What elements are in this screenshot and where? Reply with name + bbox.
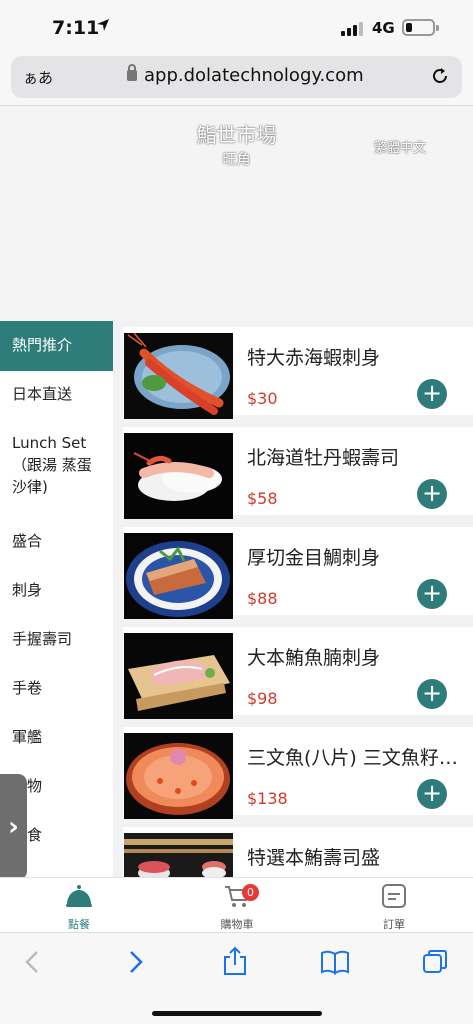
product-name: 大本鮪魚腩刺身 <box>247 647 381 669</box>
signal-icon <box>341 22 363 36</box>
product-image <box>124 733 233 819</box>
forward-icon[interactable] <box>126 949 146 975</box>
category-item[interactable]: 盛合 <box>0 518 113 567</box>
category-item[interactable]: 軍艦 <box>0 714 113 763</box>
tab-orders[interactable]: 訂單 <box>349 882 439 932</box>
language-switch[interactable]: 繁體中文 <box>374 137 426 156</box>
cloche-icon <box>66 885 92 907</box>
add-to-cart-button[interactable]: + <box>417 779 447 809</box>
tab-order-label: 點餐 <box>68 918 90 931</box>
status-bar: 7:11 4G <box>0 0 473 54</box>
home-indicator <box>152 1011 322 1016</box>
product-price: $88 <box>247 589 278 608</box>
product-name: 厚切金目鯛刺身 <box>247 547 381 569</box>
product-image <box>124 833 233 877</box>
page-header: 鮨世市場 旺角 繁體中文 <box>0 107 473 321</box>
url-text[interactable]: app.dolatechnology.com <box>144 65 364 86</box>
product-image <box>124 433 233 519</box>
share-icon[interactable] <box>222 946 248 976</box>
tab-cart-label: 購物車 <box>220 918 254 931</box>
text-size-button[interactable]: ぁあ <box>23 67 53 88</box>
product-price: $138 <box>247 789 288 808</box>
add-to-cart-button[interactable]: + <box>417 579 447 609</box>
product-name: 特大赤海蝦刺身 <box>247 347 381 369</box>
product-card[interactable]: 特選本鮪壽司盛 <box>123 827 473 877</box>
address-bar-area: ぁあ app.dolatechnology.com <box>0 54 473 106</box>
add-to-cart-button[interactable]: + <box>417 679 447 709</box>
reload-icon[interactable] <box>430 66 450 86</box>
category-item[interactable]: 手握壽司 <box>0 616 113 665</box>
plus-icon: + <box>421 379 443 407</box>
product-image <box>124 533 233 619</box>
plus-icon: + <box>421 779 443 807</box>
bookmarks-icon[interactable] <box>320 949 350 975</box>
plus-icon: + <box>421 679 443 707</box>
clock: 7:11 <box>52 17 100 39</box>
category-item[interactable]: 日本直送 <box>0 371 113 420</box>
screen: 7:11 4G ぁあ app.dolatechnology.com 鮨世市場 旺… <box>0 0 473 1024</box>
product-image <box>124 633 233 719</box>
tab-orders-label: 訂單 <box>383 918 405 931</box>
cart-badge: 0 <box>242 884 259 901</box>
product-price: $98 <box>247 689 278 708</box>
tabs-icon[interactable] <box>422 949 448 975</box>
tab-order[interactable]: 點餐 <box>34 882 124 932</box>
bottom-tab-bar: 點餐 0 購物車 訂單 <box>0 877 473 932</box>
add-to-cart-button[interactable]: + <box>417 379 447 409</box>
product-price: $58 <box>247 489 278 508</box>
plus-icon: + <box>421 579 443 607</box>
product-name: 三文魚(八片) 三文魚籽刺身 <box>247 747 462 769</box>
lock-icon <box>127 64 137 81</box>
network-type: 4G <box>372 19 395 37</box>
product-name: 北海道牡丹蝦壽司 <box>247 447 400 469</box>
product-card[interactable]: 特大赤海蝦刺身 $30 + <box>123 327 473 419</box>
category-item[interactable]: Lunch Set （跟湯 蒸蛋 沙律) <box>0 420 113 518</box>
category-item[interactable]: 手卷 <box>0 665 113 714</box>
product-card[interactable]: 大本鮪魚腩刺身 $98 + <box>123 627 473 719</box>
chevron-right-icon: › <box>8 812 19 842</box>
back-icon[interactable] <box>22 949 42 975</box>
address-bar[interactable]: ぁあ app.dolatechnology.com <box>11 56 462 98</box>
battery-icon <box>402 19 439 36</box>
product-image <box>124 333 233 419</box>
order-icon <box>382 884 406 908</box>
location-arrow-icon <box>97 19 109 31</box>
product-card[interactable]: 北海道牡丹蝦壽司 $58 + <box>123 427 473 519</box>
product-list: 特大赤海蝦刺身 $30 + 北海道牡丹蝦壽司 $58 + 厚切金目鯛刺身 $88… <box>123 321 473 877</box>
product-card[interactable]: 厚切金目鯛刺身 $88 + <box>123 527 473 619</box>
browser-toolbar <box>0 932 473 1024</box>
category-item[interactable]: 刺身 <box>0 567 113 616</box>
plus-icon: + <box>421 479 443 507</box>
add-to-cart-button[interactable]: + <box>417 479 447 509</box>
sidebar-expand-handle[interactable]: › <box>0 774 27 880</box>
product-card[interactable]: 三文魚(八片) 三文魚籽刺身 $138 + <box>123 727 473 819</box>
category-item[interactable]: 熱門推介 <box>0 321 113 371</box>
tab-cart[interactable]: 0 購物車 <box>192 882 282 932</box>
product-price: $30 <box>247 389 278 408</box>
product-name: 特選本鮪壽司盛 <box>247 847 381 869</box>
